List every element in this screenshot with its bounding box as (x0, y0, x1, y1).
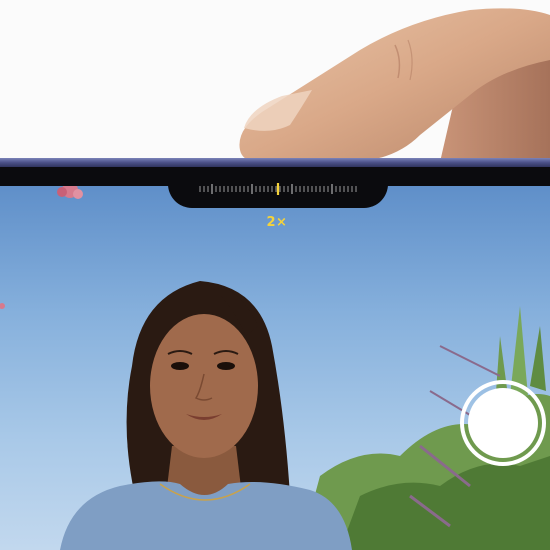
viewfinder-photo (0, 186, 550, 550)
person-image (60, 281, 352, 550)
pink-flower-image (0, 186, 83, 309)
shutter-button-inner (468, 388, 538, 458)
zoom-slider[interactable] (198, 183, 358, 195)
camera-viewfinder[interactable] (0, 186, 550, 550)
zoom-level-label: 2× (266, 215, 288, 230)
camera-control-island (168, 170, 388, 208)
shutter-button[interactable] (460, 380, 546, 466)
background-area (0, 0, 550, 162)
finger-image (239, 8, 550, 162)
